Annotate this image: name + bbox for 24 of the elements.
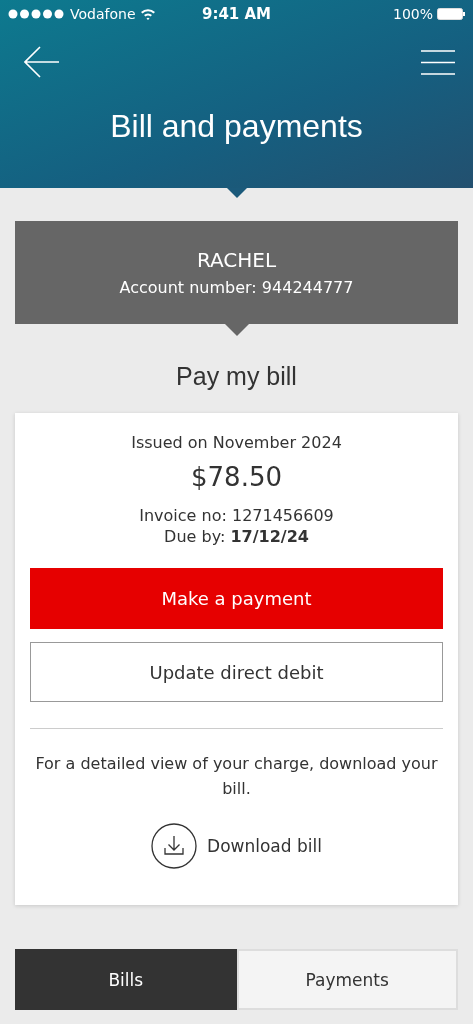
invoice-number: Invoice no: 1271456609 — [139, 506, 334, 525]
menu-icon[interactable] — [421, 49, 455, 75]
battery-percent: 100% — [393, 6, 433, 22]
wifi-icon — [139, 8, 156, 20]
battery-icon — [437, 8, 465, 20]
account-number: Account number: 944244777 — [119, 278, 354, 297]
back-arrow-icon[interactable] — [24, 46, 60, 78]
status-time: 9:41 AM — [201, 5, 272, 23]
carrier-name: Vodafone — [70, 6, 136, 22]
tab[interactable]: Bills — [15, 949, 237, 1010]
payment-button[interactable]: Make a payment — [30, 568, 443, 629]
tab[interactable]: Payments — [236, 949, 458, 1010]
download-hint: For a detailed view of your charge, download your bill. — [34, 753, 439, 800]
issued-date: Issued on November 2024 — [131, 433, 342, 452]
bill-amount: $78.50 — [191, 462, 282, 492]
download-link[interactable]: Download bill — [207, 836, 322, 856]
page-title: Bill and payments — [109, 108, 364, 145]
account-name: RACHEL — [196, 248, 277, 272]
due-date: Due by: 17/12/24 — [164, 527, 309, 546]
direct-debit-button[interactable]: Update direct debit — [30, 642, 443, 702]
section-title: Pay my bill — [175, 362, 298, 391]
pointer-triangle — [226, 188, 247, 198]
signal-icon — [8, 9, 66, 19]
download-icon[interactable] — [151, 823, 198, 869]
